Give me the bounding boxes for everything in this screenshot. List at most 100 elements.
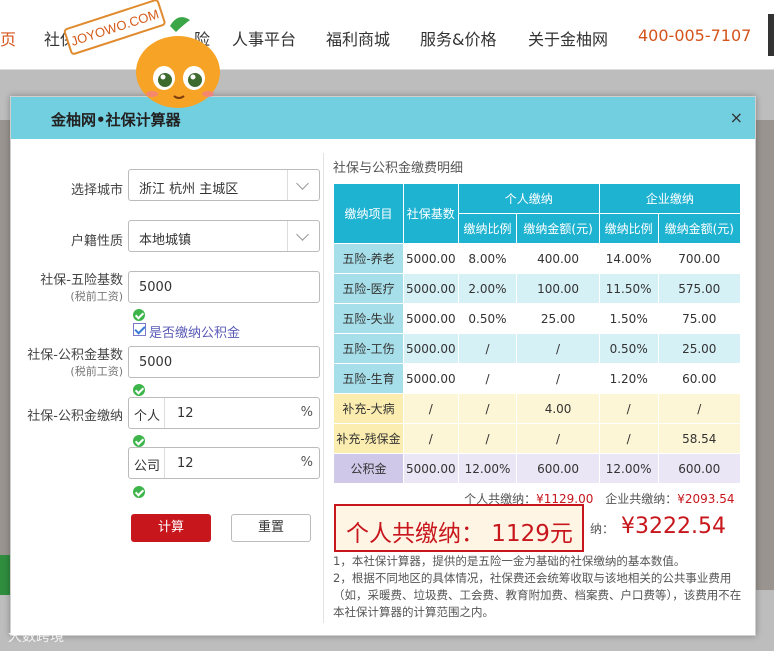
nav-service-price[interactable]: 服务&价格 xyxy=(420,26,496,50)
row-p-ratio: / xyxy=(457,423,518,454)
nav-hr-platform[interactable]: 人事平台 xyxy=(232,26,296,50)
th-c-ratio: 缴纳比例 xyxy=(598,213,659,244)
row-c-ratio: 0.50% xyxy=(598,333,659,364)
nav-welfare-mall[interactable]: 福利商城 xyxy=(326,26,390,50)
row-c-ratio: 11.50% xyxy=(598,273,659,304)
row-base: / xyxy=(403,423,459,454)
company-percent: % xyxy=(300,455,313,470)
row-base: 5000.00 xyxy=(403,303,459,334)
row-c-ratio: 14.00% xyxy=(598,243,659,274)
close-icon[interactable]: × xyxy=(730,108,743,127)
company-total-value: ¥2093.54 xyxy=(677,492,735,506)
table-row: 五险-生育 5000.00 / / 1.20% 60.00 xyxy=(333,363,742,394)
si-base-label-text: 社保-五险基数 xyxy=(40,273,123,288)
calculator-dialog: 金柚网•社保计算器 × 选择城市 浙江 杭州 主城区 户籍性质 本地城镇 社保-… xyxy=(10,96,756,636)
watermark: 大数跨境 xyxy=(8,629,64,645)
row-base: 5000.00 xyxy=(403,243,459,274)
th-c-amount: 缴纳金额(元) xyxy=(657,213,742,244)
note-1: 1，本社保计算器，提供的是五险一金为基础的社保缴纳的基本数值。 xyxy=(333,554,686,568)
th-p-amount: 缴纳金额(元) xyxy=(516,213,600,244)
row-p-amount: 25.00 xyxy=(516,303,600,334)
note-2: 2，根据不同地区的具体情况，社保费还会统筹收取与该地相关的公共事业费用（如，采暖… xyxy=(333,571,742,619)
company-ratio-value: 12 xyxy=(177,456,194,471)
row-c-ratio: 1.50% xyxy=(598,303,659,334)
nav-phone: 400-005-7107 xyxy=(638,26,752,45)
check-ok-icon xyxy=(133,435,145,447)
th-p-ratio: 缴纳比例 xyxy=(457,213,518,244)
city-value: 浙江 杭州 主城区 xyxy=(139,182,239,197)
row-item: 五险-生育 xyxy=(333,363,404,394)
row-p-ratio: 2.00% xyxy=(457,273,518,304)
row-p-amount: 100.00 xyxy=(516,273,600,304)
table-row: 五险-医疗 5000.00 2.00% 100.00 11.50% 575.00 xyxy=(333,273,742,304)
nav-about[interactable]: 关于金柚网 xyxy=(528,26,608,50)
row-c-amount: 700.00 xyxy=(657,243,742,274)
row-p-ratio: 8.00% xyxy=(457,243,518,274)
table-row: 补充-残保金 / / / / 58.54 xyxy=(333,423,742,454)
calculate-button[interactable]: 计算 xyxy=(131,514,211,542)
table-row: 补充-大病 / / 4.00 / / xyxy=(333,393,742,424)
row-item: 补充-大病 xyxy=(333,393,404,424)
row-item: 五险-工伤 xyxy=(333,333,404,364)
chevron-down-icon xyxy=(287,221,319,251)
table-row: 五险-养老 5000.00 8.00% 400.00 14.00% 700.00 xyxy=(333,243,742,274)
personal-ratio-input[interactable]: 个人 12 % xyxy=(128,397,320,429)
row-p-ratio: 12.00% xyxy=(457,453,518,484)
row-p-ratio: / xyxy=(457,333,518,364)
table-row: 五险-失业 5000.00 0.50% 25.00 1.50% 75.00 xyxy=(333,303,742,334)
fund-pay-label: 社保-公积金缴纳 xyxy=(27,409,123,424)
grand-total-label: 纳： xyxy=(590,522,615,536)
row-p-ratio: / xyxy=(457,363,518,394)
row-base: 5000.00 xyxy=(403,333,459,364)
grand-total-value: ¥3222.54 xyxy=(621,514,726,539)
check-ok-icon xyxy=(133,384,145,396)
row-base: 5000.00 xyxy=(403,363,459,394)
row-item: 补充-残保金 xyxy=(333,423,404,454)
personal-percent: % xyxy=(300,405,313,420)
company-total: 企业共缴纳：¥2093.54 xyxy=(598,483,742,514)
reset-button[interactable]: 重置 xyxy=(231,514,311,542)
row-base: 5000.00 xyxy=(403,453,459,484)
fund-checkbox[interactable] xyxy=(133,323,146,336)
th-personal: 个人缴纳 xyxy=(457,183,600,214)
si-base-input[interactable]: 5000 xyxy=(128,271,320,303)
row-base: / xyxy=(403,393,459,424)
calculator-form: 选择城市 浙江 杭州 主城区 户籍性质 本地城镇 社保-五险基数 (税前工资) … xyxy=(11,139,331,635)
check-ok-icon xyxy=(133,309,145,321)
si-base-label-sub: (税前工资) xyxy=(70,290,123,303)
row-p-amount: 600.00 xyxy=(516,453,600,484)
dialog-title: 金柚网•社保计算器 xyxy=(51,111,181,129)
row-p-amount: 400.00 xyxy=(516,243,600,274)
row-item: 五险-医疗 xyxy=(333,273,404,304)
row-c-amount: 25.00 xyxy=(657,333,742,364)
mascot-logo: JOYOWO.COM xyxy=(63,0,220,108)
row-p-amount: 4.00 xyxy=(516,393,600,424)
row-c-ratio: / xyxy=(598,423,659,454)
row-base: 5000.00 xyxy=(403,273,459,304)
hukou-label: 户籍性质 xyxy=(70,234,123,249)
row-c-ratio: 1.20% xyxy=(598,363,659,394)
row-c-amount: 58.54 xyxy=(657,423,742,454)
row-c-ratio: 12.00% xyxy=(598,453,659,484)
fund-base-label: 社保-公积金基数 (税前工资) xyxy=(19,344,123,379)
row-c-amount: 60.00 xyxy=(657,363,742,394)
th-company: 企业缴纳 xyxy=(598,183,742,214)
detail-title: 社保与公积金缴费明细 xyxy=(333,161,464,176)
company-total-label: 企业共缴纳： xyxy=(605,492,678,506)
detail-table: 缴纳项目 社保基数 个人缴纳 企业缴纳 缴纳比例 缴纳金额(元) 缴纳比例 缴纳… xyxy=(333,183,742,514)
fund-base-input[interactable]: 5000 xyxy=(128,346,320,378)
row-p-amount: / xyxy=(516,333,600,364)
company-ratio-input[interactable]: 公司 12 % xyxy=(128,447,320,479)
th-item: 缴纳项目 xyxy=(333,183,404,244)
row-item: 五险-失业 xyxy=(333,303,404,334)
panel-divider xyxy=(323,153,324,623)
city-select[interactable]: 浙江 杭州 主城区 xyxy=(128,169,320,201)
row-p-amount: / xyxy=(516,423,600,454)
fund-checkbox-label[interactable]: 是否缴纳公积金 xyxy=(149,322,240,341)
check-ok-icon xyxy=(133,486,145,498)
th-base: 社保基数 xyxy=(403,183,459,244)
hukou-select[interactable]: 本地城镇 xyxy=(128,220,320,252)
fund-base-label-text: 社保-公积金基数 xyxy=(27,348,123,363)
notes: 1，本社保计算器，提供的是五险一金为基础的社保缴纳的基本数值。 2，根据不同地区… xyxy=(333,551,745,621)
nav-home-partial[interactable]: 页 xyxy=(0,26,16,50)
